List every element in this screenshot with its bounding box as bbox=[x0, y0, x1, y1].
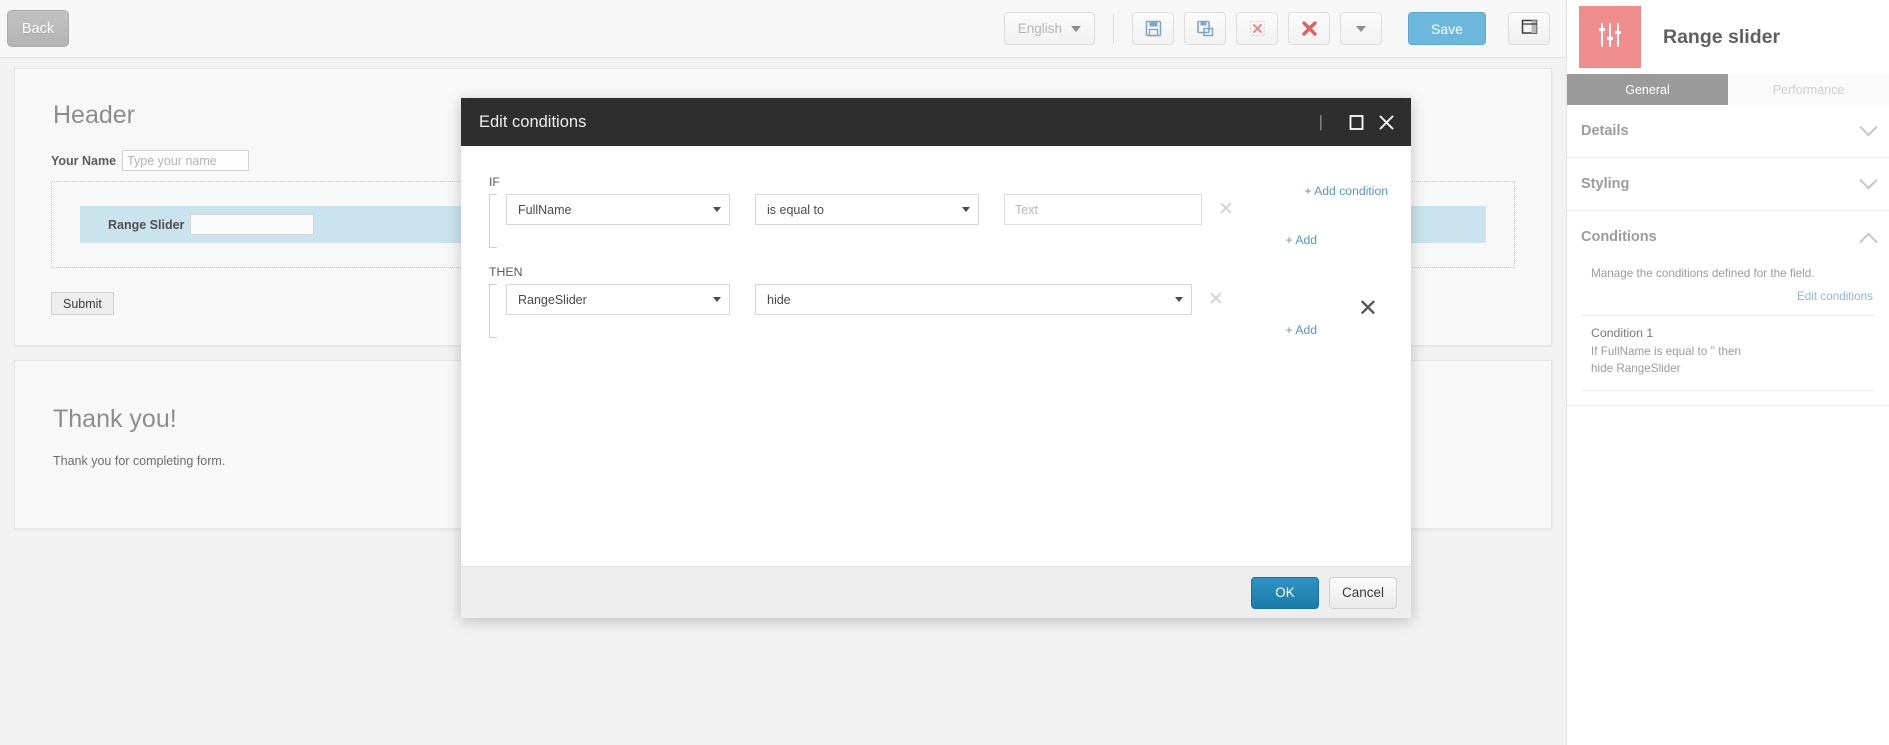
language-value: English bbox=[1017, 21, 1062, 36]
then-label: THEN bbox=[489, 265, 523, 279]
range-slider-icon bbox=[1595, 20, 1625, 55]
then-field-value: RangeSlider bbox=[518, 292, 587, 307]
modal-titlebar: Edit conditions | bbox=[461, 98, 1411, 146]
save-icon bbox=[1145, 20, 1162, 37]
range-slider-label: Range Slider bbox=[108, 217, 185, 232]
name-input[interactable] bbox=[122, 150, 250, 171]
delete-dotted-icon-button[interactable] bbox=[1236, 12, 1278, 45]
modal-title: Edit conditions bbox=[479, 112, 587, 131]
condition-name: Condition 1 bbox=[1591, 326, 1654, 340]
sidebar-tabs: General Performance bbox=[1567, 74, 1889, 105]
chevron-down-icon bbox=[1175, 297, 1183, 302]
save-icon-button[interactable] bbox=[1132, 12, 1174, 45]
if-field-value: FullName bbox=[518, 202, 572, 217]
range-slider-input[interactable] bbox=[190, 214, 315, 235]
chevron-down-icon bbox=[713, 207, 721, 212]
then-block: THEN RangeSlider hide ✕ + Add bbox=[489, 265, 1395, 338]
properties-sidebar: Range slider General Performance Details… bbox=[1566, 0, 1889, 745]
then-action-value: hide bbox=[767, 292, 791, 307]
if-operator-value: is equal to bbox=[767, 202, 824, 217]
condition-if-line: If FullName is equal to '' then bbox=[1591, 345, 1741, 358]
save-as-icon bbox=[1196, 20, 1214, 37]
if-field-select[interactable]: FullName bbox=[506, 194, 730, 225]
more-caret-button[interactable] bbox=[1340, 12, 1382, 45]
chevron-down-icon bbox=[1859, 117, 1878, 136]
condition-then-line: hide RangeSlider bbox=[1591, 361, 1681, 375]
edit-conditions-modal: Edit conditions | + Add condition IF Ful… bbox=[461, 98, 1411, 618]
if-value-input[interactable] bbox=[1004, 194, 1202, 225]
maximize-icon[interactable] bbox=[1349, 114, 1364, 130]
section-details-header[interactable]: Details bbox=[1581, 105, 1878, 157]
then-row: RangeSlider hide ✕ bbox=[489, 284, 1395, 315]
add-if-row-link[interactable]: + Add bbox=[489, 233, 1395, 247]
sidebar-header: Range slider bbox=[1567, 0, 1889, 74]
remove-then-row-icon[interactable]: ✕ bbox=[1208, 290, 1224, 309]
close-icon[interactable] bbox=[1378, 114, 1395, 131]
delete-icon-button[interactable] bbox=[1288, 12, 1330, 45]
delete-icon bbox=[1300, 19, 1319, 38]
delete-dotted-icon bbox=[1249, 20, 1266, 37]
submit-button[interactable]: Submit bbox=[51, 292, 114, 315]
titlebar-divider: | bbox=[1318, 112, 1323, 131]
remove-if-row-icon[interactable]: ✕ bbox=[1218, 200, 1234, 219]
name-field-label: Your Name bbox=[51, 153, 117, 168]
section-details: Details bbox=[1567, 105, 1889, 158]
back-button[interactable]: Back bbox=[7, 10, 69, 47]
top-toolbar: Back English Save bbox=[0, 0, 1566, 58]
more-caret-icon bbox=[1356, 25, 1366, 32]
conditions-description: Manage the conditions defined for the fi… bbox=[1591, 267, 1815, 280]
section-styling: Styling bbox=[1567, 158, 1889, 211]
save-button[interactable]: Save bbox=[1408, 12, 1486, 45]
add-then-row-link[interactable]: + Add bbox=[489, 323, 1395, 337]
chevron-down-icon bbox=[1859, 170, 1878, 189]
ok-button[interactable]: OK bbox=[1251, 576, 1319, 609]
application-root: Back English Save Header Your Name Type … bbox=[0, 0, 1889, 745]
condition-group: IF FullName is equal to ✕ + Add bbox=[477, 175, 1395, 338]
chevron-up-icon bbox=[1859, 232, 1878, 251]
chevron-down-icon bbox=[962, 207, 970, 212]
condition-summary-item: Condition 1 If FullName is equal to '' t… bbox=[1581, 315, 1875, 391]
cancel-button[interactable]: Cancel bbox=[1329, 576, 1397, 609]
section-details-label: Details bbox=[1581, 123, 1629, 139]
panel-layout-icon bbox=[1521, 18, 1538, 40]
panel-toggle-button[interactable] bbox=[1508, 12, 1550, 45]
if-row: FullName is equal to ✕ bbox=[489, 194, 1395, 225]
tab-performance[interactable]: Performance bbox=[1728, 74, 1889, 105]
toolbar-divider bbox=[1113, 13, 1114, 44]
range-slider-badge bbox=[1579, 6, 1641, 68]
chevron-down-icon bbox=[1071, 25, 1081, 32]
toolbar-actions: English Save bbox=[1003, 12, 1566, 45]
chevron-down-icon bbox=[713, 297, 721, 302]
edit-conditions-link[interactable]: Edit conditions bbox=[1581, 290, 1875, 315]
section-conditions: Conditions Manage the conditions defined… bbox=[1567, 211, 1889, 406]
section-styling-header[interactable]: Styling bbox=[1581, 158, 1878, 210]
tab-general[interactable]: General bbox=[1567, 74, 1728, 105]
save-as-icon-button[interactable] bbox=[1184, 12, 1226, 45]
if-bracket bbox=[489, 194, 497, 248]
if-label: IF bbox=[489, 175, 500, 189]
then-field-select[interactable]: RangeSlider bbox=[506, 284, 730, 315]
language-dropdown[interactable]: English bbox=[1003, 12, 1095, 45]
conditions-body: Manage the conditions defined for the fi… bbox=[1581, 263, 1875, 405]
modal-footer: OK Cancel bbox=[461, 566, 1411, 618]
section-styling-label: Styling bbox=[1581, 176, 1630, 192]
remove-condition-icon[interactable]: ✕ bbox=[1358, 297, 1378, 321]
if-operator-select[interactable]: is equal to bbox=[755, 194, 979, 225]
then-action-select[interactable]: hide bbox=[755, 284, 1192, 315]
section-conditions-header[interactable]: Conditions bbox=[1581, 211, 1878, 263]
modal-body: + Add condition IF FullName is equal to … bbox=[461, 175, 1411, 595]
sidebar-title: Range slider bbox=[1663, 25, 1781, 48]
section-conditions-label: Conditions bbox=[1581, 229, 1657, 245]
then-bracket bbox=[489, 284, 497, 338]
